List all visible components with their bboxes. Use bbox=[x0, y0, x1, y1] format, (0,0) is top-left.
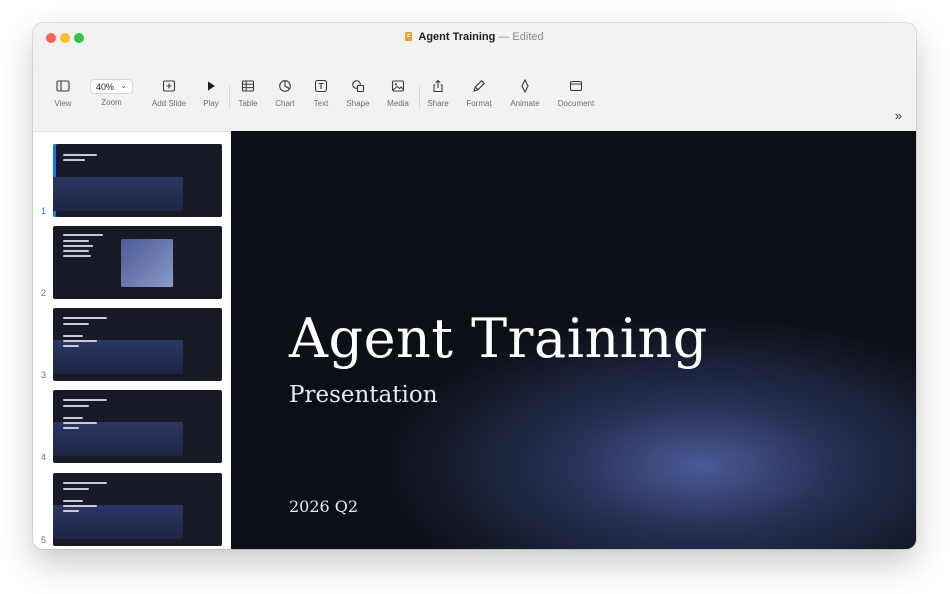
thumbnail-text-line bbox=[63, 422, 97, 424]
edited-status: — Edited bbox=[498, 31, 544, 43]
slide-thumbnail-row[interactable]: 5 bbox=[33, 473, 230, 547]
add-slide-button[interactable]: Add Slide bbox=[150, 79, 188, 115]
thumbnail-text-line bbox=[63, 345, 79, 347]
zoom-value: 40% bbox=[96, 82, 115, 92]
zoom-label: Zoom bbox=[101, 98, 122, 107]
slide-number: 4 bbox=[41, 452, 47, 462]
text-label: Text bbox=[313, 99, 329, 108]
shape-icon bbox=[345, 79, 371, 95]
slide-date[interactable]: 2026 Q2 bbox=[289, 497, 358, 516]
slide-subtitle[interactable]: Presentation bbox=[289, 382, 438, 408]
document-name: Agent Training bbox=[418, 31, 496, 43]
title-bar: Agent Training — Edited bbox=[33, 23, 916, 53]
thumbnail-text-line bbox=[63, 505, 97, 507]
zoom-select[interactable]: 40% ⌄ bbox=[90, 79, 133, 94]
toolbar-overflow-button[interactable]: » bbox=[895, 108, 902, 123]
slide-thumbnail[interactable] bbox=[53, 308, 222, 381]
thumbnail-gradient-band bbox=[53, 177, 183, 211]
shape-button[interactable]: Shape bbox=[345, 79, 371, 115]
text-button[interactable]: Text bbox=[310, 79, 332, 115]
slide-thumbnail-row[interactable]: 3 bbox=[33, 308, 230, 382]
view-label: View bbox=[54, 99, 72, 108]
thumbnail-text-line bbox=[63, 417, 83, 419]
diamond-icon bbox=[509, 79, 541, 95]
zoom-control[interactable]: 40% ⌄ Zoom bbox=[90, 79, 133, 115]
window-title: Agent Training — Edited bbox=[33, 31, 916, 43]
shape-label: Shape bbox=[346, 99, 370, 108]
play-icon bbox=[200, 79, 222, 95]
chevron-down-icon: ⌄ bbox=[120, 81, 127, 90]
text-box-icon bbox=[310, 79, 332, 95]
animate-label: Animate bbox=[510, 99, 540, 108]
document-button[interactable]: Document bbox=[556, 79, 596, 115]
slide-number: 2 bbox=[41, 288, 47, 298]
slide-thumbnail[interactable] bbox=[53, 226, 222, 299]
view-button[interactable]: View bbox=[50, 79, 76, 115]
media-button[interactable]: Media bbox=[385, 79, 411, 115]
app-window: Agent Training — Edited View 40% ⌄ Zoom A… bbox=[33, 23, 916, 549]
toolbar: View 40% ⌄ Zoom Add Slide Play Table Cha… bbox=[33, 53, 916, 131]
thumbnail-text-line bbox=[63, 405, 89, 407]
thumbnail-text-line bbox=[63, 317, 107, 319]
double-chevron-right-icon: » bbox=[894, 108, 902, 123]
slide-thumbnail-row[interactable]: 1 bbox=[33, 144, 230, 218]
thumbnail-text-line bbox=[63, 240, 89, 242]
thumbnail-text-line bbox=[63, 510, 79, 512]
thumbnail-text-line bbox=[63, 488, 89, 490]
thumbnail-text-line bbox=[63, 323, 89, 325]
slide-canvas[interactable]: Agent Training Presentation 2026 Q2 bbox=[231, 131, 916, 549]
document-icon bbox=[556, 79, 596, 95]
table-label: Table bbox=[238, 99, 258, 108]
pie-chart-icon bbox=[273, 79, 297, 95]
slide-number: 5 bbox=[41, 535, 47, 545]
thumbnail-image bbox=[121, 239, 173, 287]
document-label: Document bbox=[557, 99, 595, 108]
sidebar-icon bbox=[50, 79, 76, 95]
thumbnail-text-line bbox=[63, 234, 103, 236]
table-icon bbox=[236, 79, 260, 95]
share-label: Share bbox=[427, 99, 449, 108]
table-button[interactable]: Table bbox=[236, 79, 260, 115]
toolbar-separator bbox=[419, 86, 420, 108]
slide-thumbnail[interactable] bbox=[53, 144, 222, 217]
image-icon bbox=[385, 79, 411, 95]
thumbnail-text-line bbox=[63, 154, 97, 156]
thumbnail-text-line bbox=[63, 340, 97, 342]
thumbnail-text-line bbox=[63, 245, 93, 247]
share-button[interactable]: Share bbox=[426, 79, 450, 115]
slide-thumbnail[interactable] bbox=[53, 473, 222, 546]
plus-square-icon bbox=[150, 79, 188, 95]
toolbar-separator bbox=[229, 86, 230, 108]
slide-thumbnail-row[interactable]: 2 bbox=[33, 226, 230, 300]
thumbnail-text-line bbox=[63, 159, 85, 161]
play-label: Play bbox=[203, 99, 219, 108]
format-button[interactable]: Format bbox=[464, 79, 494, 115]
thumbnail-text-line bbox=[63, 399, 107, 401]
thumbnail-text-line bbox=[63, 482, 107, 484]
keynote-document-icon bbox=[405, 32, 413, 41]
media-label: Media bbox=[387, 99, 409, 108]
share-icon bbox=[426, 79, 450, 95]
animate-button[interactable]: Animate bbox=[509, 79, 541, 115]
slide-navigator: 1 2 3 4 5 bbox=[33, 131, 230, 549]
slide-title[interactable]: Agent Training bbox=[289, 307, 708, 370]
chart-button[interactable]: Chart bbox=[273, 79, 297, 115]
slide-number: 1 bbox=[41, 206, 47, 216]
play-button[interactable]: Play bbox=[200, 79, 222, 115]
thumbnail-text-line bbox=[63, 500, 83, 502]
thumbnail-text-line bbox=[63, 335, 83, 337]
thumbnail-text-line bbox=[63, 250, 89, 252]
slide-thumbnail[interactable] bbox=[53, 390, 222, 463]
paintbrush-icon bbox=[464, 79, 494, 95]
thumbnail-text-line bbox=[63, 255, 91, 257]
thumbnail-text-line bbox=[63, 427, 79, 429]
format-label: Format bbox=[466, 99, 492, 108]
chart-label: Chart bbox=[275, 99, 295, 108]
slide-thumbnail-row[interactable]: 4 bbox=[33, 390, 230, 464]
add-slide-label: Add Slide bbox=[151, 99, 187, 108]
slide-number: 3 bbox=[41, 370, 47, 380]
